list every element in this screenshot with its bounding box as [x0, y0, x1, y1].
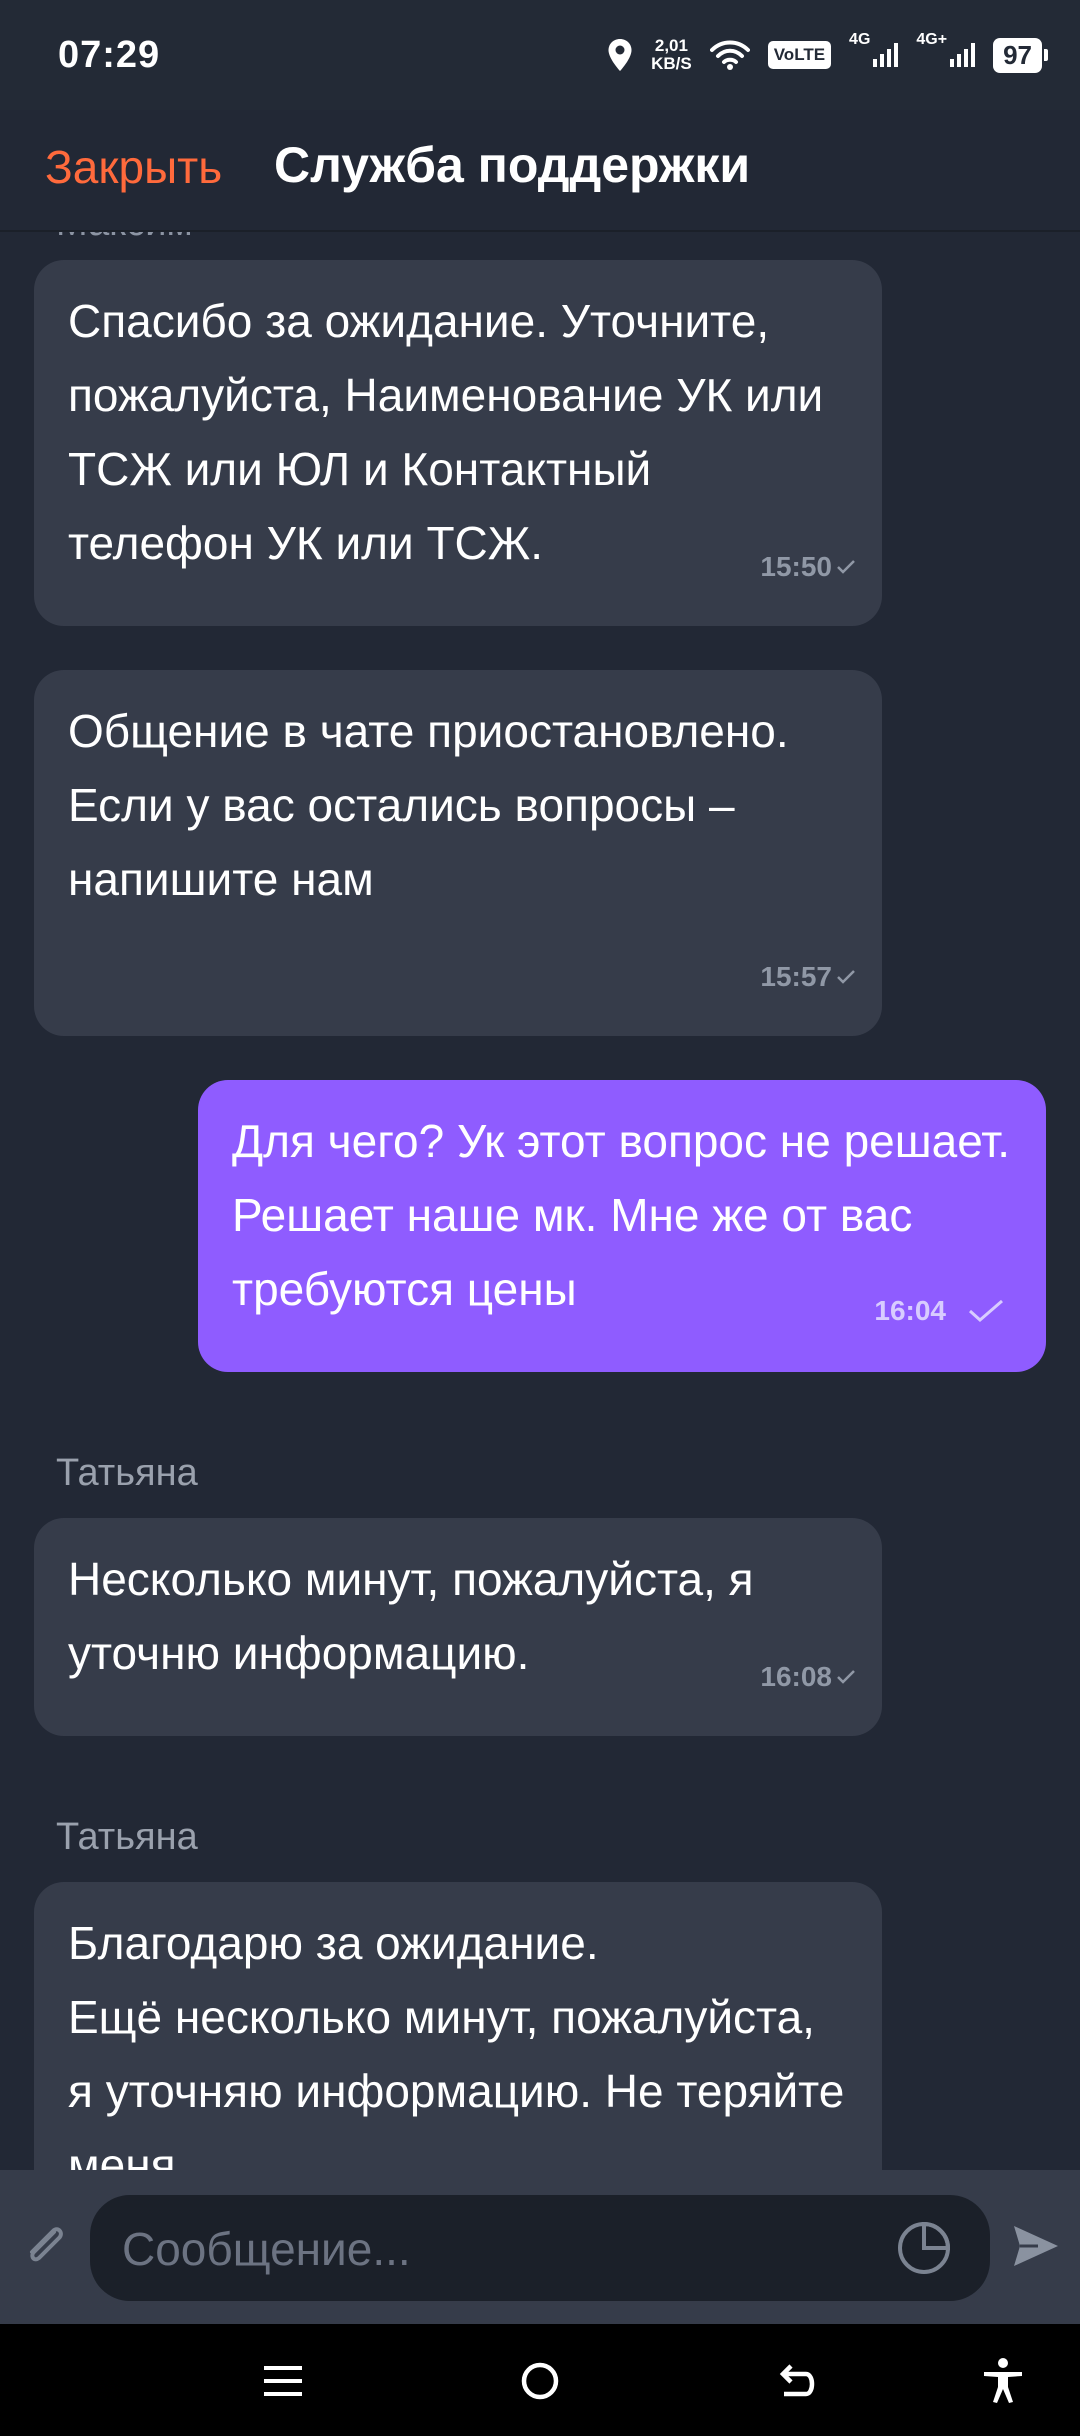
message-meta: 16:04 [874, 1274, 1006, 1348]
network-speed-unit: KB/S [651, 54, 692, 73]
message-bubble: Несколько минут, пожалуйста, я уточню ин… [34, 1518, 882, 1736]
page-title: Служба поддержки [274, 137, 751, 193]
chat-message-list[interactable]: Максим Спасибо за ожидание. Уточните, по… [0, 232, 1080, 2170]
sender-name: Татьяна [56, 1452, 198, 1494]
message-input[interactable] [120, 2195, 864, 2303]
message-bubble: Спасибо за ожидание. Уточните, пожалуйст… [34, 260, 882, 626]
system-navigation-bar [0, 2324, 1080, 2436]
message-meta: 16:08 [760, 1640, 856, 1714]
check-icon [837, 1670, 855, 1684]
signal-bars-icon [950, 43, 976, 67]
network-speed-value: 2,01 [654, 36, 688, 55]
message-text: Благодарю за ожидание. Ещё несколько мин… [68, 1917, 845, 2170]
check-icon [837, 970, 855, 984]
message-meta: 15:50 [760, 530, 856, 604]
message-meta: 15:57 [760, 940, 856, 1014]
sim1-network-label: 4G [849, 31, 871, 48]
signal-bars-icon [873, 43, 899, 67]
message-text: Спасибо за ожидание. Уточните, пожалуйст… [68, 295, 824, 569]
paperclip-icon[interactable] [18, 2218, 72, 2272]
message-bubble: Благодарю за ожидание. Ещё несколько мин… [34, 1882, 882, 2170]
message-bubble-outgoing: Для чего? Ук этот вопрос не решает. Реша… [198, 1080, 1046, 1372]
check-icon [837, 560, 855, 574]
message-time: 15:50 [760, 551, 832, 582]
wifi-icon [709, 40, 750, 70]
message-time: 16:08 [760, 1661, 832, 1692]
sticker-icon[interactable] [894, 2218, 954, 2278]
message-text: Несколько минут, пожалуйста, я уточню ин… [68, 1553, 754, 1679]
message-bubble: Общение в чате приостановлено. Если у ва… [34, 670, 882, 1036]
send-icon[interactable] [1008, 2218, 1064, 2274]
network-speed: 2,01 KB/S [651, 37, 692, 73]
message-time: 16:04 [874, 1295, 946, 1326]
sender-name: Татьяна [56, 1816, 198, 1858]
status-icons: 2,01 KB/S VoLTE 4G 4G+ 97 [607, 30, 1048, 80]
accessibility-icon[interactable] [976, 2354, 1030, 2408]
menu-icon[interactable] [256, 2354, 310, 2408]
message-input-bar [0, 2170, 1080, 2324]
sim1-signal: 4G [849, 31, 899, 67]
sim2-network-label: 4G+ [916, 31, 948, 48]
check-icon [968, 1299, 1003, 1322]
volte-badge: VoLTE [767, 41, 832, 69]
message-text: Общение в чате приостановлено. Если у ва… [68, 705, 789, 905]
battery-indicator: 97 [993, 37, 1048, 73]
status-time: 07:29 [58, 34, 161, 76]
sender-name-cut: Максим [56, 232, 193, 245]
home-icon[interactable] [513, 2354, 567, 2408]
back-icon[interactable] [770, 2354, 824, 2408]
message-input-container [90, 2195, 990, 2303]
status-bar: 07:29 2,01 KB/S VoLTE 4G 4G+ 97 [0, 0, 1080, 110]
close-button[interactable]: Закрыть [45, 140, 222, 194]
chat-header: Закрыть Служба поддержки [0, 110, 1080, 232]
sim2-signal: 4G+ [916, 31, 976, 67]
message-time: 15:57 [760, 961, 832, 992]
location-icon [608, 39, 632, 71]
